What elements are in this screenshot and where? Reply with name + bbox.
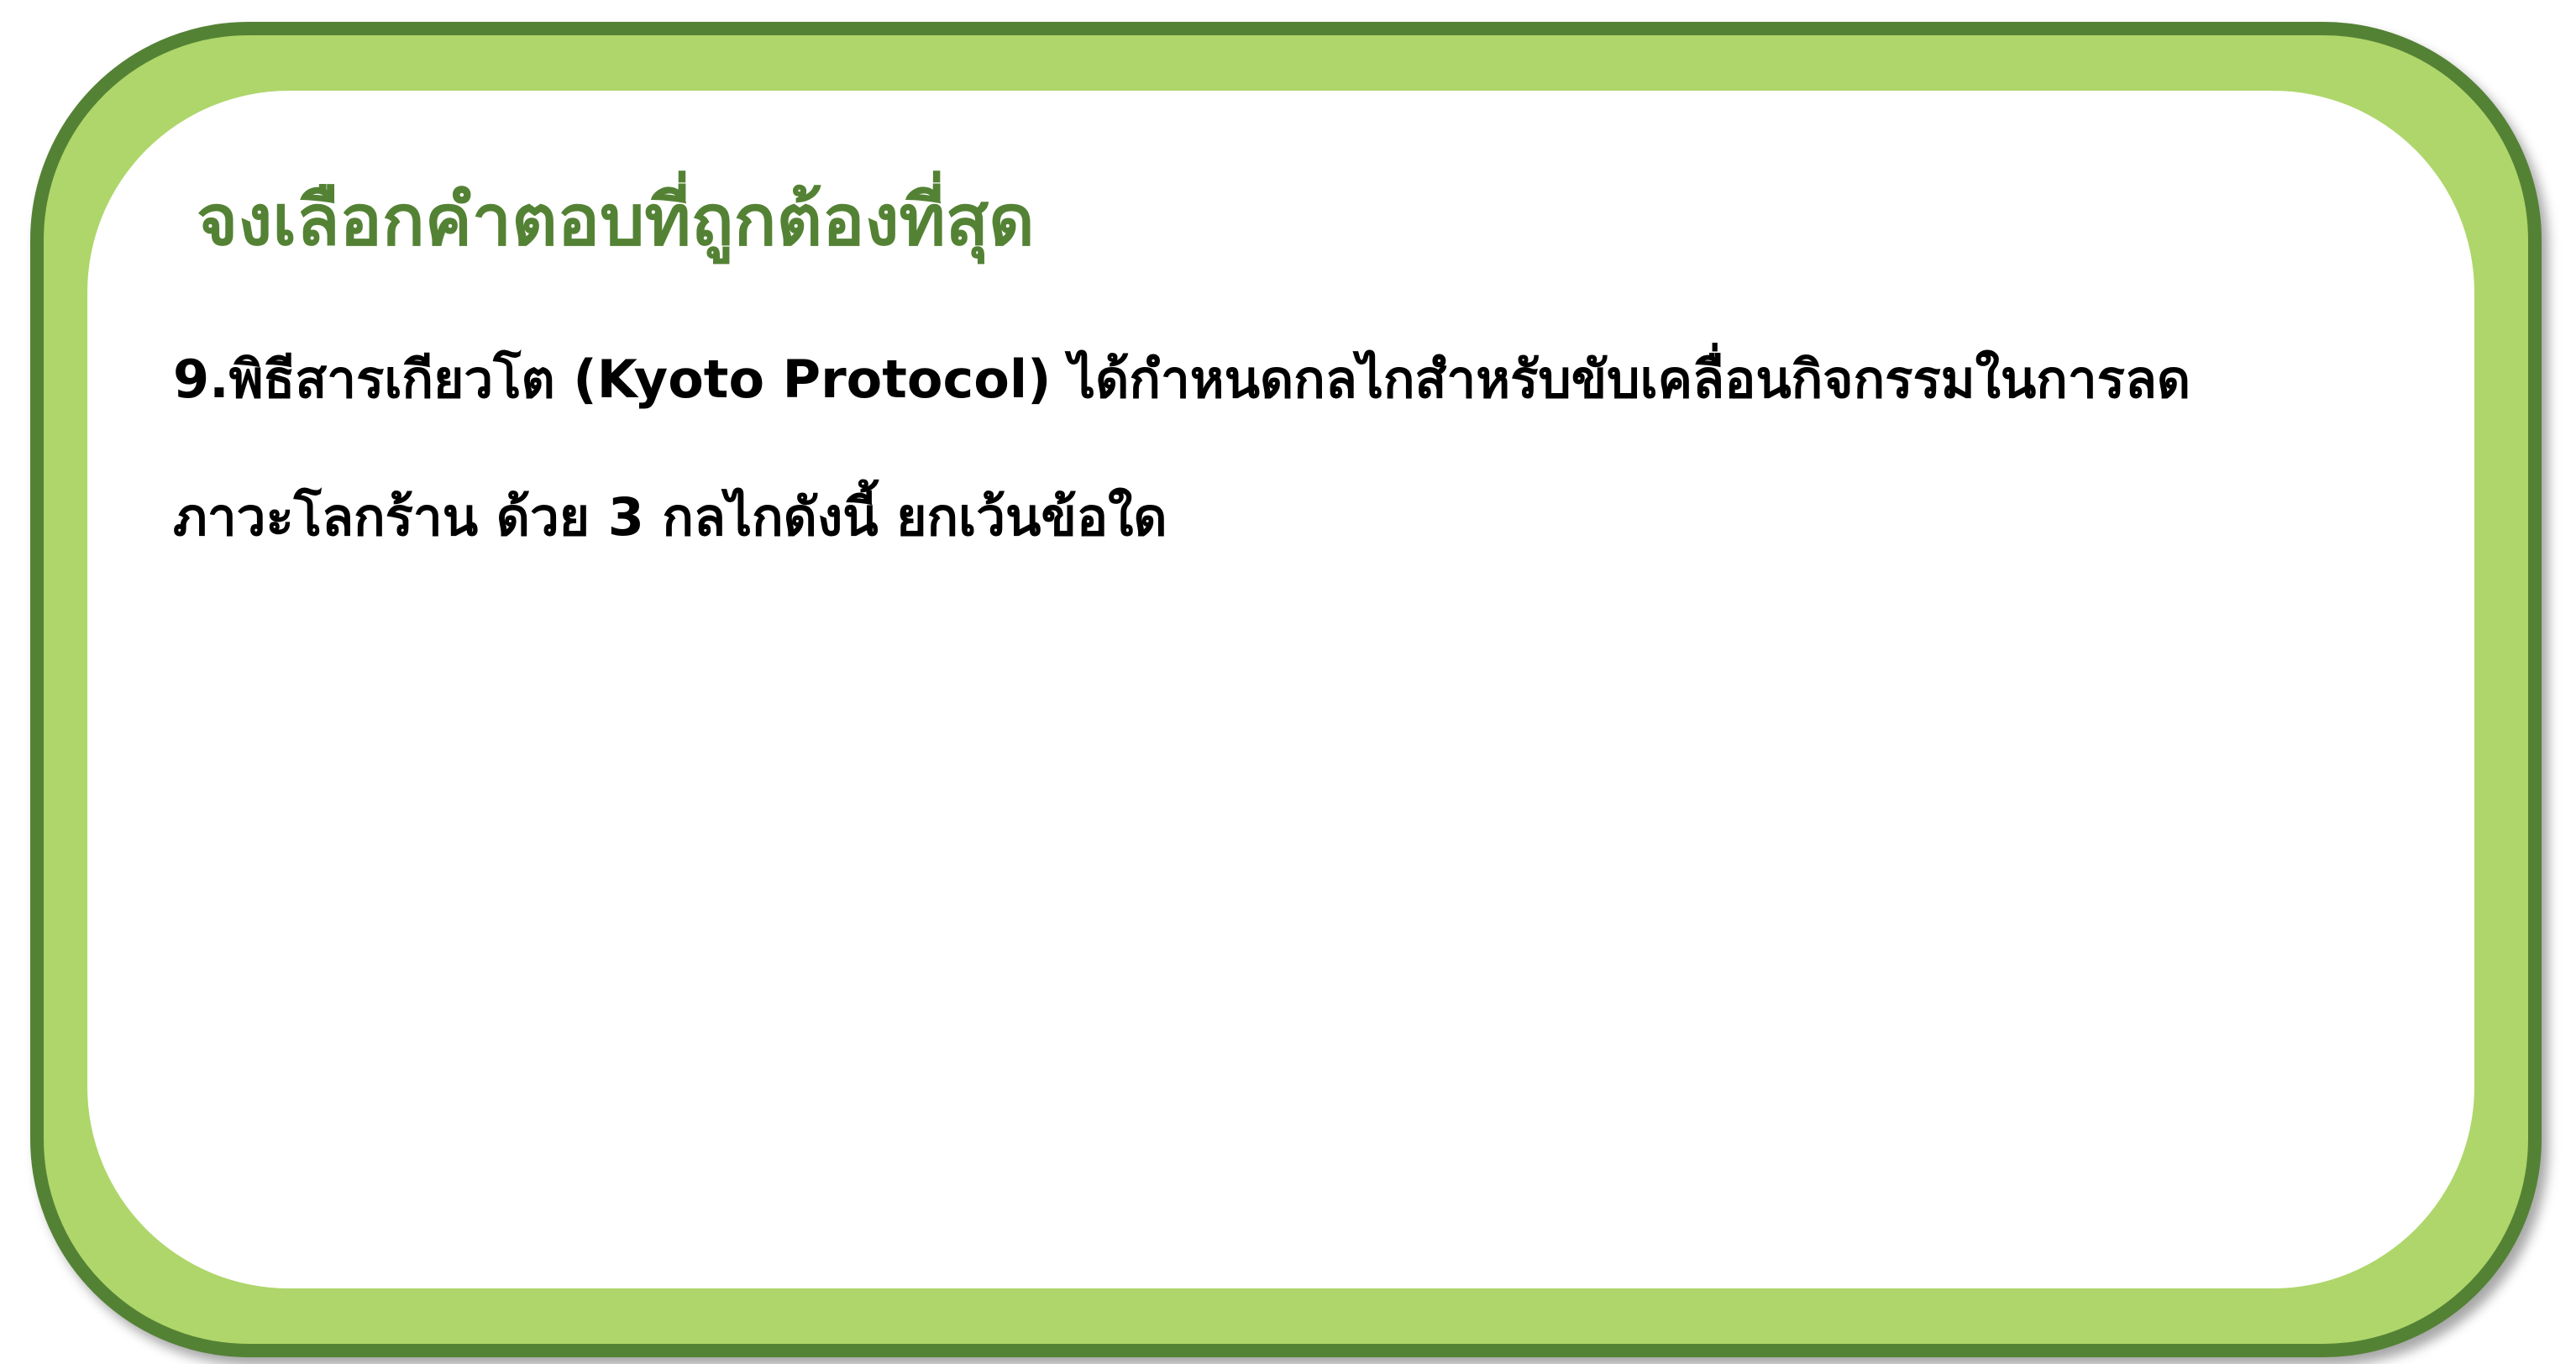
slide: จงเลือกคำตอบที่ถูกต้องที่สุด 9.พิธีสารเก…: [0, 0, 2576, 1364]
question-line-2: ภาวะโลกร้าน ด้วย 3 กลไกดังนี้ ยกเว้นข้อใ…: [173, 486, 1167, 548]
instruction-heading: จงเลือกคำตอบที่ถูกต้องที่สุด: [197, 179, 1035, 261]
question-text: 9.พิธีสารเกียวโต (Kyoto Protocol) ได้กำห…: [173, 311, 2458, 586]
question-line-1: 9.พิธีสารเกียวโต (Kyoto Protocol) ได้กำห…: [173, 349, 2191, 410]
